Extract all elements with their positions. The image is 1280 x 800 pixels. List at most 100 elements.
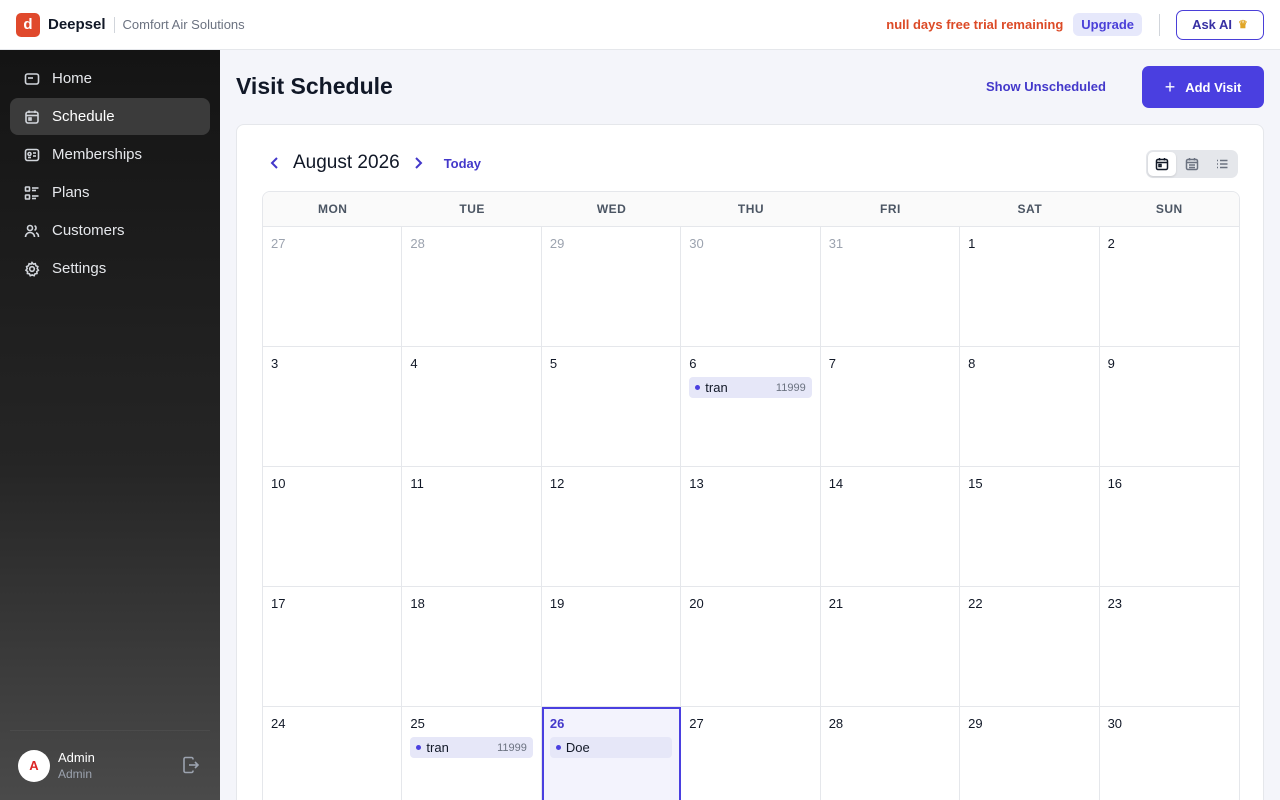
weekday-label: WED bbox=[596, 202, 627, 216]
day-number: 29 bbox=[968, 716, 983, 731]
calendar-day[interactable]: 24 bbox=[263, 707, 403, 800]
calendar-day[interactable]: 1 bbox=[960, 227, 1100, 346]
calendar-day[interactable]: 3 bbox=[263, 347, 403, 466]
crown-icon: ♛ bbox=[1238, 19, 1248, 31]
calendar-day[interactable]: 28 bbox=[402, 227, 542, 346]
calendar-day[interactable]: 30 bbox=[681, 227, 821, 346]
add-visit-button[interactable]: + Add Visit bbox=[1142, 66, 1264, 108]
calendar-day[interactable]: 31 bbox=[821, 227, 961, 346]
day-number: 28 bbox=[828, 716, 844, 731]
calendar-day[interactable]: 10 bbox=[263, 467, 403, 586]
calendar-day[interactable]: 8 bbox=[960, 347, 1100, 466]
calendar-day[interactable]: 27 bbox=[681, 707, 821, 800]
top-bar: d Deepsel Comfort Air Solutions null day… bbox=[0, 0, 1280, 50]
calendar-day[interactable]: 13 bbox=[681, 467, 821, 586]
next-month-button[interactable] bbox=[406, 151, 430, 175]
weekday-label: SUN bbox=[1155, 202, 1183, 216]
calendar-day-today[interactable]: 26 Doe bbox=[541, 707, 682, 800]
weekday-label: FRI bbox=[880, 202, 901, 216]
day-number: 23 bbox=[1107, 596, 1123, 611]
list-icon bbox=[24, 185, 40, 201]
calendar-day[interactable]: 5 bbox=[542, 347, 682, 466]
app-logo[interactable]: d bbox=[16, 12, 40, 37]
sidebar-item-settings[interactable]: Settings bbox=[10, 250, 210, 287]
sidebar-item-home[interactable]: Home bbox=[10, 60, 210, 97]
day-number: 18 bbox=[410, 596, 425, 611]
visit-event[interactable]: Doe bbox=[549, 737, 673, 758]
home-icon bbox=[24, 71, 40, 87]
add-visit-label: Add Visit bbox=[1185, 79, 1242, 95]
day-number: 4 bbox=[410, 356, 418, 371]
sidebar-item-plans[interactable]: Plans bbox=[10, 174, 210, 211]
week-view-button[interactable] bbox=[1178, 152, 1206, 176]
day-number: 17 bbox=[271, 596, 286, 611]
calendar-week-row: 10 11 12 13 14 15 16 bbox=[263, 467, 1239, 587]
company-name: Comfort Air Solutions bbox=[122, 17, 245, 32]
calendar-day[interactable]: 25 tran 11999 bbox=[402, 707, 542, 800]
calendar-day[interactable]: 16 bbox=[1100, 467, 1239, 586]
calendar-week-row: 3 4 5 6 tran 11999 7 8 9 bbox=[263, 347, 1239, 467]
calendar-day[interactable]: 9 bbox=[1100, 347, 1239, 466]
calendar-week-row: 24 25 tran 11999 26 Doe 27 28 29 30 bbox=[263, 707, 1239, 800]
event-dot-icon bbox=[695, 385, 701, 390]
sidebar-item-label: Plans bbox=[52, 184, 90, 201]
visit-event[interactable]: tran 11999 bbox=[410, 737, 533, 758]
show-unscheduled-button[interactable]: Show Unscheduled bbox=[986, 79, 1106, 94]
calendar-week-row: 17 18 19 20 21 22 23 bbox=[263, 587, 1239, 707]
calendar-day[interactable]: 29 bbox=[542, 227, 682, 346]
day-number: 8 bbox=[968, 356, 976, 371]
event-title: tran bbox=[705, 380, 728, 395]
calendar-weeks: 27 28 29 30 31 1 2 3 4 5 6 tran 11999 7 8 9 10 11 12 13 14 15… bbox=[263, 227, 1239, 800]
event-code: 11999 bbox=[497, 741, 527, 754]
calendar-icon bbox=[24, 109, 40, 125]
ask-ai-button[interactable]: Ask AI ♛ bbox=[1176, 9, 1264, 40]
calendar-day[interactable]: 30 bbox=[1100, 707, 1239, 800]
month-view-button[interactable] bbox=[1148, 152, 1176, 176]
calendar-day[interactable]: 27 bbox=[263, 227, 403, 346]
calendar-day[interactable]: 12 bbox=[542, 467, 682, 586]
day-number: 25 bbox=[410, 716, 425, 731]
sidebar-item-schedule[interactable]: Schedule bbox=[10, 98, 210, 135]
calendar-day[interactable]: 19 bbox=[542, 587, 682, 706]
visit-event[interactable]: tran 11999 bbox=[689, 377, 812, 398]
calendar-day[interactable]: 14 bbox=[821, 467, 961, 586]
event-title: tran bbox=[426, 740, 449, 755]
today-button[interactable]: Today bbox=[444, 156, 481, 171]
day-number: 22 bbox=[968, 596, 983, 611]
prev-month-button[interactable] bbox=[263, 151, 287, 175]
day-number: 16 bbox=[1107, 476, 1123, 491]
calendar-day[interactable]: 4 bbox=[402, 347, 542, 466]
calendar-day[interactable]: 21 bbox=[821, 587, 961, 706]
calendar-day[interactable]: 18 bbox=[402, 587, 542, 706]
calendar-day[interactable]: 23 bbox=[1100, 587, 1239, 706]
calendar-day[interactable]: 11 bbox=[402, 467, 542, 586]
calendar-day[interactable]: 29 bbox=[960, 707, 1100, 800]
day-number: 31 bbox=[828, 236, 844, 251]
calendar-week-row: 27 28 29 30 31 1 2 bbox=[263, 227, 1239, 347]
calendar-day[interactable]: 28 bbox=[821, 707, 961, 800]
day-number: 7 bbox=[828, 356, 836, 371]
event-dot-icon bbox=[555, 745, 561, 750]
calendar-week-icon bbox=[1185, 158, 1199, 171]
day-number: 9 bbox=[1107, 356, 1115, 371]
avatar[interactable]: A bbox=[18, 749, 50, 782]
sidebar-item-label: Home bbox=[52, 70, 93, 87]
calendar-day[interactable]: 22 bbox=[960, 587, 1100, 706]
calendar-day[interactable]: 17 bbox=[263, 587, 403, 706]
event-dot-icon bbox=[416, 745, 422, 750]
day-number: 15 bbox=[968, 476, 983, 491]
day-number: 2 bbox=[1107, 236, 1115, 251]
logout-icon[interactable] bbox=[182, 756, 202, 776]
calendar-day[interactable]: 15 bbox=[960, 467, 1100, 586]
chevron-right-icon bbox=[414, 157, 423, 169]
calendar-day[interactable]: 6 tran 11999 bbox=[681, 347, 821, 466]
calendar-day[interactable]: 7 bbox=[821, 347, 961, 466]
sidebar-nav: Home Schedule Memberships Plans Customer… bbox=[0, 50, 220, 287]
sidebar-item-customers[interactable]: Customers bbox=[10, 212, 210, 249]
upgrade-button[interactable]: Upgrade bbox=[1073, 13, 1142, 36]
calendar-day[interactable]: 2 bbox=[1100, 227, 1239, 346]
list-view-button[interactable] bbox=[1208, 152, 1236, 176]
sidebar-item-memberships[interactable]: Memberships bbox=[10, 136, 210, 173]
calendar-day[interactable]: 20 bbox=[681, 587, 821, 706]
calendar-header: August 2026 Today bbox=[263, 151, 481, 175]
